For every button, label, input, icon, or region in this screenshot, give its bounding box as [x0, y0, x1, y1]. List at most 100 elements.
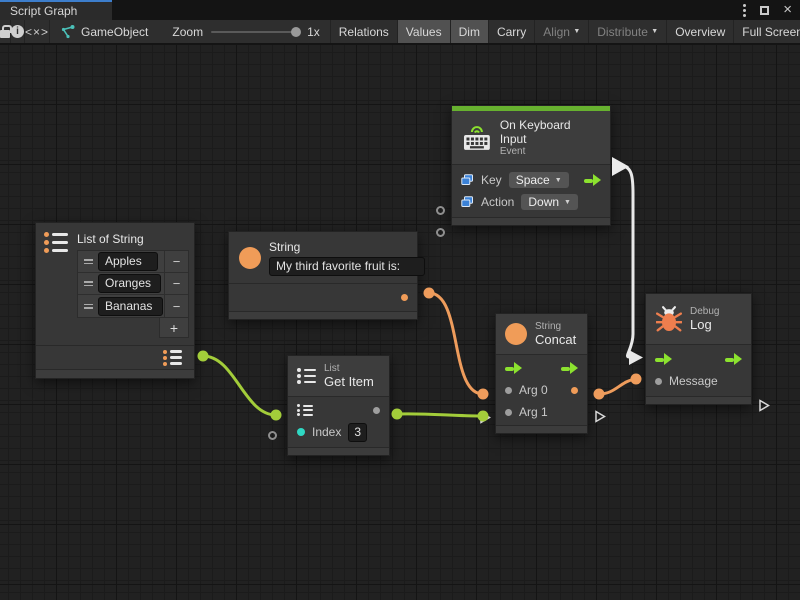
chevron-down-icon: ▼ — [564, 199, 571, 206]
flow-output-port[interactable] — [584, 174, 601, 186]
node-subtitle: Event — [500, 146, 600, 157]
more-options-icon[interactable] — [743, 4, 746, 17]
zoom-slider-handle[interactable] — [291, 27, 301, 37]
list-item-row: Bananas − — [78, 295, 188, 317]
list-icon — [297, 368, 316, 384]
key-code-icon — [461, 174, 474, 186]
info-icon: i — [11, 25, 24, 38]
tab-strip: Script Graph × — [0, 0, 800, 20]
info-button[interactable]: i — [11, 20, 25, 43]
dim-button[interactable]: Dim — [451, 20, 489, 43]
gameobject-label: GameObject — [81, 25, 148, 39]
node-footer — [452, 217, 610, 225]
node-footer — [288, 447, 389, 455]
flow-output-port[interactable] — [725, 353, 742, 365]
maximize-icon[interactable] — [760, 6, 769, 15]
string-type-icon — [505, 323, 527, 345]
graph-canvas[interactable]: On Keyboard Input Event Key Space ▼ — [0, 44, 800, 600]
node-footer — [646, 396, 751, 404]
graph-toolbar: i <×> GameObject Zoom 1x Relations Value… — [0, 20, 800, 44]
item-field[interactable]: Apples — [98, 252, 158, 271]
flow-port-triangle[interactable] — [758, 399, 770, 412]
node-footer — [229, 311, 417, 319]
distribute-button[interactable]: Distribute ▼ — [589, 20, 667, 43]
code-icon: <×> — [25, 25, 49, 39]
relations-button[interactable]: Relations — [331, 20, 398, 43]
carry-button[interactable]: Carry — [489, 20, 535, 43]
drag-handle-icon[interactable] — [78, 304, 98, 309]
node-title: On Keyboard Input — [500, 118, 600, 146]
tab-script-graph[interactable]: Script Graph — [0, 0, 112, 20]
align-button[interactable]: Align ▼ — [535, 20, 589, 43]
string-value-field[interactable]: My third favorite fruit is: — [269, 257, 425, 276]
key-dropdown[interactable]: Space ▼ — [509, 172, 569, 188]
key-code-icon — [461, 196, 474, 208]
zoom-value: 1x — [307, 25, 320, 39]
index-label: Index — [312, 425, 341, 439]
add-item-button[interactable]: + — [159, 318, 189, 338]
lock-button[interactable] — [0, 20, 11, 43]
window-controls: × — [743, 0, 800, 20]
index-input-port[interactable] — [297, 428, 305, 436]
zoom-slider[interactable] — [211, 31, 299, 33]
bug-icon — [656, 305, 682, 333]
arg0-input-port[interactable] — [505, 387, 512, 394]
node-string-concat[interactable]: String Concat Arg 0 Arg 1 — [495, 313, 588, 434]
action-label: Action — [481, 195, 514, 209]
message-input-port[interactable] — [655, 378, 662, 385]
close-icon[interactable]: × — [783, 5, 792, 15]
node-debug-log[interactable]: Debug Log Message — [645, 293, 752, 405]
node-category: Debug — [690, 306, 719, 317]
list-item-row: Oranges − — [78, 273, 188, 295]
flow-input-port[interactable] — [655, 353, 672, 365]
string-output-port[interactable] — [401, 294, 408, 301]
remove-item-button[interactable]: − — [164, 251, 188, 272]
node-footer — [36, 369, 194, 378]
item-field[interactable]: Bananas — [98, 297, 163, 316]
node-list-of-string[interactable]: List of String Apples − Oranges − — [35, 222, 195, 379]
flow-port-triangle[interactable] — [479, 411, 491, 424]
input-port-ring[interactable] — [436, 228, 445, 237]
remove-item-button[interactable]: − — [164, 295, 188, 317]
node-on-keyboard-input[interactable]: On Keyboard Input Event Key Space ▼ — [451, 105, 611, 226]
string-type-icon — [239, 247, 261, 269]
node-string-literal[interactable]: String My third favorite fruit is: — [228, 231, 418, 320]
action-dropdown[interactable]: Down ▼ — [521, 194, 578, 210]
drag-handle-icon[interactable] — [78, 281, 98, 286]
input-port-ring[interactable] — [436, 206, 445, 215]
fullscreen-button[interactable]: Full Screen — [734, 20, 800, 43]
list-icon — [44, 232, 68, 338]
item-output-port[interactable] — [373, 407, 380, 414]
item-field[interactable]: Oranges — [98, 274, 161, 293]
node-title: Log — [690, 317, 719, 332]
node-title: Get Item — [324, 374, 374, 389]
node-get-item[interactable]: List Get Item Index 3 — [287, 355, 390, 456]
lock-icon — [0, 30, 10, 38]
list-output-icon[interactable] — [163, 350, 182, 366]
flow-output-port[interactable] — [561, 362, 578, 374]
keyboard-icon — [462, 124, 492, 152]
node-footer — [496, 425, 587, 433]
flow-input-port[interactable] — [505, 362, 522, 374]
values-button[interactable]: Values — [398, 20, 451, 43]
chevron-down-icon: ▼ — [573, 28, 580, 35]
node-title: List of String — [77, 232, 189, 246]
node-category: List — [324, 363, 374, 374]
edit-script-button[interactable]: <×> — [25, 20, 50, 43]
flow-port-triangle[interactable] — [594, 410, 606, 423]
input-port-ring[interactable] — [268, 431, 277, 440]
index-field[interactable]: 3 — [348, 423, 367, 442]
chevron-down-icon: ▼ — [555, 177, 562, 184]
list-input-port-icon[interactable] — [297, 404, 313, 416]
arg0-label: Arg 0 — [519, 383, 548, 397]
drag-handle-icon[interactable] — [78, 259, 98, 264]
overview-button[interactable]: Overview — [667, 20, 734, 43]
remove-item-button[interactable]: − — [164, 273, 188, 294]
gameobject-icon — [60, 24, 75, 39]
arg1-input-port[interactable] — [505, 409, 512, 416]
result-output-port[interactable] — [571, 387, 578, 394]
gameobject-selector[interactable]: GameObject — [50, 20, 162, 43]
message-label: Message — [669, 374, 718, 388]
zoom-label: Zoom — [172, 25, 203, 39]
script-graph-window: Script Graph × i <×> GameObject Zoom 1x … — [0, 0, 800, 600]
